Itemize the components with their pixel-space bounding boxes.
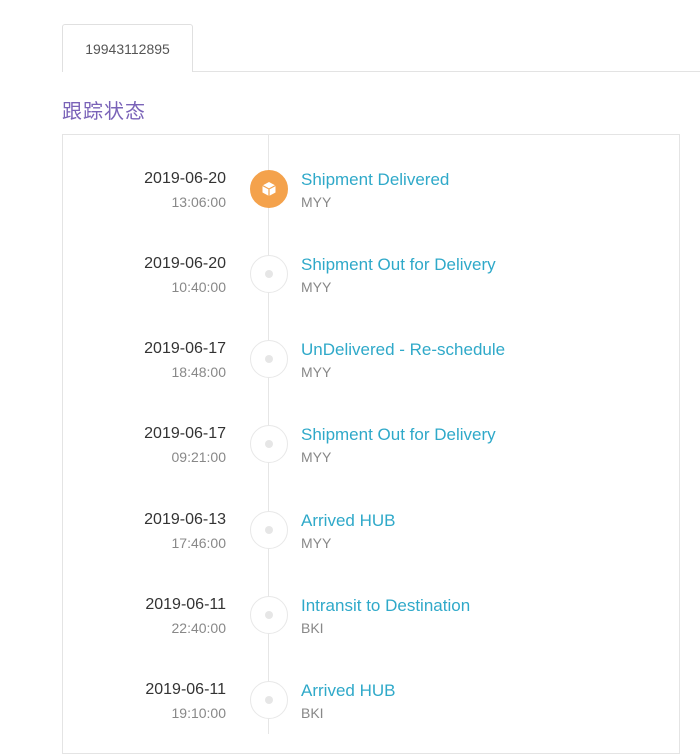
dot-icon bbox=[265, 611, 273, 619]
timeline-event: 2019-06-17 18:48:00 UnDelivered - Re-sch… bbox=[0, 340, 700, 400]
event-marker bbox=[250, 681, 288, 719]
event-marker bbox=[250, 511, 288, 549]
timeline-event: 2019-06-17 09:21:00 Shipment Out for Del… bbox=[0, 425, 700, 485]
event-date: 2019-06-20 bbox=[144, 170, 226, 187]
timeline-event: 2019-06-11 19:10:00 Arrived HUB BKI bbox=[0, 681, 700, 741]
event-location: MYY bbox=[301, 449, 332, 465]
event-date: 2019-06-20 bbox=[144, 255, 226, 272]
event-status-link[interactable]: Arrived HUB bbox=[301, 681, 395, 701]
timeline-event: 2019-06-11 22:40:00 Intransit to Destina… bbox=[0, 596, 700, 656]
event-marker bbox=[250, 170, 288, 208]
dot-icon bbox=[265, 270, 273, 278]
event-location: MYY bbox=[301, 194, 332, 210]
event-marker bbox=[250, 425, 288, 463]
event-marker bbox=[250, 596, 288, 634]
event-time: 10:40:00 bbox=[171, 279, 227, 295]
dot-icon bbox=[265, 696, 273, 704]
event-marker bbox=[250, 255, 288, 293]
event-date: 2019-06-11 bbox=[145, 596, 226, 613]
timeline-event: 2019-06-20 13:06:00 Shipment Delivered M… bbox=[0, 170, 700, 230]
event-time: 22:40:00 bbox=[171, 620, 227, 636]
event-date: 2019-06-11 bbox=[145, 681, 226, 698]
event-status-link[interactable]: Arrived HUB bbox=[301, 511, 395, 531]
tab-label: 19943112895 bbox=[85, 40, 170, 57]
event-date: 2019-06-13 bbox=[144, 511, 226, 528]
event-time: 09:21:00 bbox=[171, 449, 227, 465]
event-marker bbox=[250, 340, 288, 378]
timeline-event: 2019-06-13 17:46:00 Arrived HUB MYY bbox=[0, 511, 700, 571]
event-time: 19:10:00 bbox=[171, 705, 227, 721]
event-status-link[interactable]: Intransit to Destination bbox=[301, 596, 470, 616]
event-status-link[interactable]: Shipment Delivered bbox=[301, 170, 449, 190]
event-location: BKI bbox=[301, 705, 324, 721]
dot-icon bbox=[265, 355, 273, 363]
event-date: 2019-06-17 bbox=[144, 340, 226, 357]
event-location: MYY bbox=[301, 364, 332, 380]
event-date: 2019-06-17 bbox=[144, 425, 226, 442]
timeline-event: 2019-06-20 10:40:00 Shipment Out for Del… bbox=[0, 255, 700, 315]
event-location: MYY bbox=[301, 535, 332, 551]
event-status-link[interactable]: Shipment Out for Delivery bbox=[301, 255, 496, 275]
section-title: 跟踪状态 bbox=[62, 99, 146, 123]
event-location: MYY bbox=[301, 279, 332, 295]
event-time: 13:06:00 bbox=[171, 194, 227, 210]
event-time: 18:48:00 bbox=[171, 364, 227, 380]
package-icon bbox=[262, 182, 276, 196]
dot-icon bbox=[265, 526, 273, 534]
dot-icon bbox=[265, 440, 273, 448]
event-status-link[interactable]: UnDelivered - Re-schedule bbox=[301, 340, 505, 360]
event-time: 17:46:00 bbox=[171, 535, 227, 551]
event-status-link[interactable]: Shipment Out for Delivery bbox=[301, 425, 496, 445]
tab-tracking-number[interactable]: 19943112895 bbox=[62, 24, 193, 72]
event-location: BKI bbox=[301, 620, 324, 636]
